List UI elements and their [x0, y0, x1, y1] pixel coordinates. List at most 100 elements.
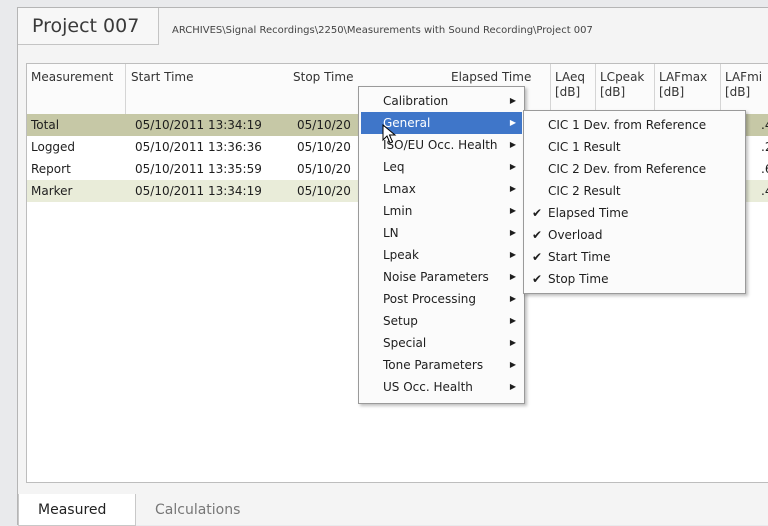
menu-item-label: Stop Time	[548, 272, 609, 286]
menu-item-calibration[interactable]: Calibration ▶	[361, 90, 522, 112]
column-label: Measurement	[31, 70, 114, 84]
column-unit: [dB]	[555, 85, 581, 99]
submenu-arrow-icon: ▶	[509, 96, 516, 105]
submenu-arrow-icon: ▶	[509, 382, 516, 391]
menu-item-setup[interactable]: Setup ▶	[361, 310, 522, 332]
mouse-cursor-icon	[382, 124, 397, 144]
cell-stop-time: 05/10/20	[297, 184, 351, 198]
submenu-arrow-icon: ▶	[509, 184, 516, 193]
checkmark-icon: ✔	[532, 206, 543, 220]
menu-item-label: US Occ. Health	[383, 380, 473, 394]
column-unit: [dB]	[659, 85, 685, 99]
menu-item-lmin[interactable]: Lmin ▶	[361, 200, 522, 222]
menu-item-noise-parameters[interactable]: Noise Parameters ▶	[361, 266, 522, 288]
column-header-stop-time[interactable]: Stop Time	[293, 70, 353, 85]
column-label: LCpeak	[600, 70, 645, 84]
submenu-arrow-icon: ▶	[509, 206, 516, 215]
menu-item-lpeak[interactable]: Lpeak ▶	[361, 244, 522, 266]
menu-item-label: ISO/EU Occ. Health	[383, 138, 498, 152]
column-header-lafmax[interactable]: LAFmax [dB]	[659, 70, 707, 100]
submenu-item-stop-time[interactable]: ✔ Stop Time	[526, 268, 743, 290]
submenu-item-cic1-result[interactable]: CIC 1 Result	[526, 136, 743, 158]
project-path: ARCHIVES\Signal Recordings\2250\Measurem…	[172, 25, 593, 36]
menu-item-post-processing[interactable]: Post Processing ▶	[361, 288, 522, 310]
cell-lafmin: .6	[761, 162, 768, 176]
column-label: Elapsed Time	[451, 70, 532, 84]
submenu-item-cic1-dev[interactable]: CIC 1 Dev. from Reference	[526, 114, 743, 136]
cell-start-time: 05/10/2011 13:34:19	[135, 184, 262, 198]
project-title[interactable]: Project 007	[18, 8, 159, 45]
column-divider[interactable]	[125, 64, 126, 114]
menu-item-label: Lpeak	[383, 248, 419, 262]
submenu-item-elapsed-time[interactable]: ✔ Elapsed Time	[526, 202, 743, 224]
cell-measurement: Logged	[31, 140, 76, 154]
column-divider[interactable]	[550, 64, 551, 114]
menu-item-label: Calibration	[383, 94, 449, 108]
submenu-item-start-time[interactable]: ✔ Start Time	[526, 246, 743, 268]
column-header-laeq[interactable]: LAeq [dB]	[555, 70, 585, 100]
menu-item-label: Overload	[548, 228, 603, 242]
submenu-arrow-icon: ▶	[509, 338, 516, 347]
general-submenu: CIC 1 Dev. from Reference CIC 1 Result C…	[523, 110, 746, 294]
menu-item-tone-parameters[interactable]: Tone Parameters ▶	[361, 354, 522, 376]
tab-measured[interactable]: Measured	[18, 494, 136, 526]
column-label: LAeq	[555, 70, 585, 84]
menu-item-label: CIC 1 Dev. from Reference	[548, 118, 707, 132]
column-label: Start Time	[131, 70, 194, 84]
menu-item-label: CIC 2 Result	[548, 184, 621, 198]
submenu-item-overload[interactable]: ✔ Overload	[526, 224, 743, 246]
bottom-tabs: Measured Calculations	[18, 494, 768, 526]
tab-calculations[interactable]: Calculations	[136, 494, 259, 526]
submenu-item-cic2-dev[interactable]: CIC 2 Dev. from Reference	[526, 158, 743, 180]
checkmark-icon: ✔	[532, 272, 543, 286]
column-divider[interactable]	[654, 64, 655, 114]
column-header-start-time[interactable]: Start Time	[131, 70, 194, 85]
menu-item-label: Tone Parameters	[383, 358, 484, 372]
column-divider[interactable]	[595, 64, 596, 114]
column-label: Stop Time	[293, 70, 354, 84]
cell-lafmin: .2	[761, 140, 768, 154]
cell-measurement: Total	[31, 118, 60, 132]
cell-stop-time: 05/10/20	[297, 118, 351, 132]
column-header-lcpeak[interactable]: LCpeak [dB]	[600, 70, 644, 100]
menu-item-label: Lmin	[383, 204, 413, 218]
submenu-arrow-icon: ▶	[509, 272, 516, 281]
cell-measurement: Report	[31, 162, 71, 176]
menu-item-label: Post Processing	[383, 292, 476, 306]
submenu-arrow-icon: ▶	[509, 118, 516, 127]
menu-item-label: CIC 1 Result	[548, 140, 621, 154]
menu-item-label: Noise Parameters	[383, 270, 489, 284]
menu-item-leq[interactable]: Leq ▶	[361, 156, 522, 178]
menu-item-ln[interactable]: LN ▶	[361, 222, 522, 244]
submenu-item-cic2-result[interactable]: CIC 2 Result	[526, 180, 743, 202]
menu-item-label: Leq	[383, 160, 405, 174]
menu-item-label: Start Time	[548, 250, 611, 264]
menu-item-label: Setup	[383, 314, 418, 328]
menu-item-label: Elapsed Time	[548, 206, 629, 220]
submenu-arrow-icon: ▶	[509, 360, 516, 369]
menu-item-label: Lmax	[383, 182, 416, 196]
menu-item-label: Special	[383, 336, 427, 350]
submenu-arrow-icon: ▶	[509, 228, 516, 237]
column-header-measurement[interactable]: Measurement	[31, 70, 113, 85]
menu-item-special[interactable]: Special ▶	[361, 332, 522, 354]
cell-stop-time: 05/10/20	[297, 162, 351, 176]
cell-lafmin: .4	[761, 184, 768, 198]
submenu-arrow-icon: ▶	[509, 316, 516, 325]
column-divider[interactable]	[720, 64, 721, 114]
column-label: LAFmi	[725, 70, 763, 84]
cell-start-time: 05/10/2011 13:34:19	[135, 118, 262, 132]
menu-item-label: CIC 2 Dev. from Reference	[548, 162, 707, 176]
cell-lafmin: .4	[761, 118, 768, 132]
cell-start-time: 05/10/2011 13:35:59	[135, 162, 262, 176]
submenu-arrow-icon: ▶	[509, 162, 516, 171]
cell-stop-time: 05/10/20	[297, 140, 351, 154]
menu-item-lmax[interactable]: Lmax ▶	[361, 178, 522, 200]
column-header-elapsed-time[interactable]: Elapsed Time	[451, 70, 531, 85]
checkmark-icon: ✔	[532, 228, 543, 242]
column-header-lafmin[interactable]: LAFmi [dB]	[725, 70, 762, 100]
menu-item-us-occ-health[interactable]: US Occ. Health ▶	[361, 376, 522, 398]
cell-measurement: Marker	[31, 184, 73, 198]
checkmark-icon: ✔	[532, 250, 543, 264]
column-label: LAFmax	[659, 70, 708, 84]
